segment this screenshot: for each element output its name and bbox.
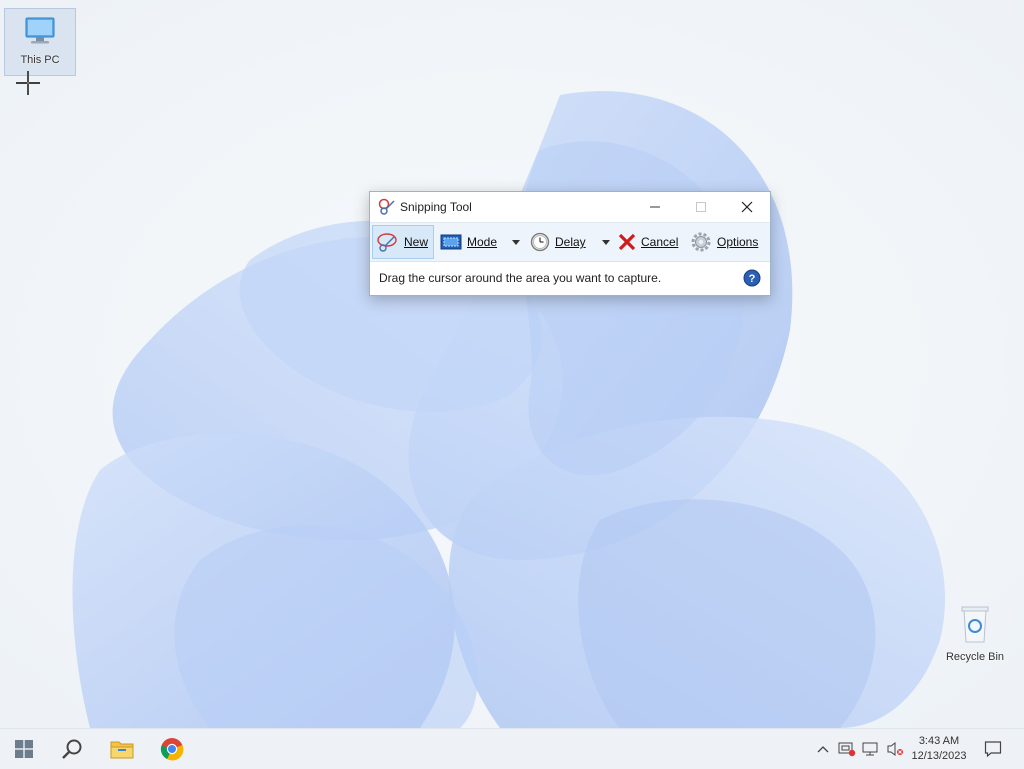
dim-overlay: [0, 0, 1024, 728]
desktop: This PC Recycle Bin: [0, 0, 1024, 728]
help-icon[interactable]: ?: [743, 269, 761, 287]
toolbar: New Mode Delay Cancel Options: [370, 222, 770, 262]
snipping-tool-icon: [378, 198, 395, 215]
status-text: Drag the cursor around the area you want…: [379, 271, 662, 285]
mode-dropdown-button[interactable]: [508, 225, 524, 259]
new-snip-button[interactable]: New: [372, 225, 434, 259]
monitor-icon: [862, 742, 878, 756]
options-button[interactable]: Options: [690, 225, 758, 259]
gear-icon: [691, 232, 711, 252]
title-bar[interactable]: Snipping Tool: [370, 192, 770, 222]
options-label: Options: [717, 235, 759, 249]
minimize-button[interactable]: [632, 192, 678, 222]
file-explorer-icon: [110, 741, 134, 759]
clock-icon: [530, 232, 550, 252]
tray-network-status[interactable]: [836, 729, 858, 769]
desktop-icon-label: Recycle Bin: [945, 651, 1005, 663]
dropdown-arrow-icon: [512, 239, 520, 245]
notification-center-button[interactable]: [980, 729, 1006, 769]
crosshair-cursor-icon: [16, 71, 40, 95]
delay-button[interactable]: Delay: [530, 225, 586, 259]
mode-icon: [440, 234, 462, 250]
new-snip-icon: [377, 233, 397, 252]
clock-date: 12/13/2023: [911, 750, 967, 762]
chrome-button[interactable]: [154, 729, 190, 769]
mode-button[interactable]: Mode: [440, 225, 497, 259]
cancel-x-icon: [618, 233, 636, 251]
search-button[interactable]: [54, 729, 90, 769]
cancel-label: Cancel: [641, 235, 679, 249]
maximize-icon: [696, 202, 706, 212]
new-label: New: [404, 235, 429, 249]
computer-icon: [25, 17, 55, 44]
close-icon: [741, 201, 753, 213]
delay-dropdown-button[interactable]: [598, 225, 614, 259]
svg-text:?: ?: [749, 273, 756, 285]
clock-time: 3:43 AM: [918, 735, 960, 747]
file-explorer-button[interactable]: [104, 729, 140, 769]
clock[interactable]: 3:43 AM 12/13/2023: [906, 729, 972, 769]
start-button[interactable]: [6, 729, 42, 769]
desktop-icon-this-pc[interactable]: This PC: [4, 8, 76, 76]
chevron-up-icon: [817, 746, 829, 753]
maximize-button[interactable]: [678, 192, 724, 222]
chrome-icon: [160, 738, 184, 761]
window-title: Snipping Tool: [400, 200, 472, 214]
delay-label: Delay: [555, 235, 586, 249]
search-icon: [62, 739, 82, 759]
cancel-button[interactable]: Cancel: [618, 225, 678, 259]
status-line: Drag the cursor around the area you want…: [370, 262, 770, 294]
close-button[interactable]: [724, 192, 770, 222]
taskbar: 3:43 AM 12/13/2023: [0, 728, 1024, 769]
network-icon: [838, 742, 856, 757]
notification-icon: [984, 741, 1002, 758]
minimize-icon: [650, 206, 660, 208]
desktop-icon-recycle-bin[interactable]: Recycle Bin: [940, 602, 1010, 663]
dropdown-arrow-icon: [602, 239, 610, 245]
tray-volume[interactable]: [884, 729, 906, 769]
snipping-tool-window: Snipping Tool New Mode Delay Cancel Opti…: [369, 191, 771, 296]
tray-display[interactable]: [860, 729, 882, 769]
show-hidden-icons-button[interactable]: [812, 729, 834, 769]
speaker-muted-icon: [887, 742, 903, 756]
windows-start-icon: [15, 740, 33, 758]
mode-label: Mode: [467, 235, 498, 249]
desktop-icon-label: This PC: [20, 54, 60, 66]
recycle-bin-icon: [961, 606, 989, 643]
